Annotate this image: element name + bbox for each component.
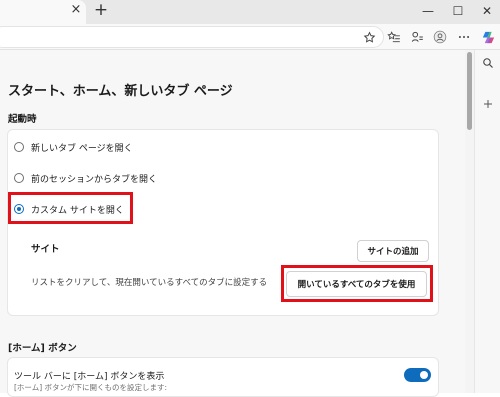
- address-bar[interactable]: [0, 26, 384, 48]
- home-button-section-label: [ホーム] ボタン: [8, 343, 77, 354]
- active-tab[interactable]: ×: [0, 0, 86, 24]
- browser-toolbar: [0, 24, 500, 50]
- collections-icon[interactable]: [409, 29, 425, 45]
- highlight-box-custom-sites: [8, 192, 133, 224]
- star-icon[interactable]: [361, 29, 377, 45]
- maximize-icon[interactable]: ☐: [451, 4, 465, 18]
- highlight-box-use-all-tabs: [281, 265, 433, 302]
- show-home-button-label: ツール バーに [ホーム] ボタンを表示: [14, 372, 165, 382]
- tab-strip: × + — ☐ ✕: [0, 0, 500, 24]
- close-window-icon[interactable]: ✕: [480, 4, 494, 18]
- page-title: スタート、ホーム、新しいタブ ページ: [8, 84, 233, 99]
- profile-icon[interactable]: [432, 29, 448, 45]
- sites-label: サイト: [31, 244, 60, 255]
- more-icon[interactable]: [456, 29, 472, 45]
- add-site-button[interactable]: サイトの追加: [357, 240, 429, 262]
- tab-close-icon[interactable]: ×: [69, 3, 83, 17]
- add-icon[interactable]: [481, 97, 495, 111]
- radio-button[interactable]: [14, 173, 24, 183]
- sites-description: リストをクリアして、現在開いているすべてのタブに設定する: [31, 278, 268, 288]
- favorites-icon[interactable]: [386, 29, 402, 45]
- radio-new-tab-page[interactable]: 新しいタブ ページを開く: [14, 139, 133, 155]
- home-button-subtext: [ホーム] ボタンが下に開くものを設定します:: [14, 383, 168, 392]
- radio-previous-session[interactable]: 前のセッションからタブを開く: [14, 170, 157, 186]
- toggle-knob: [420, 371, 428, 379]
- search-icon[interactable]: [481, 56, 495, 70]
- radio-label: 新しいタブ ページを開く: [31, 143, 133, 154]
- minimize-icon[interactable]: —: [421, 4, 435, 18]
- copilot-icon[interactable]: [480, 29, 496, 45]
- radio-label: 前のセッションからタブを開く: [31, 174, 158, 185]
- home-button-toggle[interactable]: [404, 368, 431, 382]
- new-tab-icon[interactable]: +: [93, 2, 109, 19]
- scrollbar-thumb[interactable]: [467, 52, 472, 130]
- startup-section-label: 起動時: [8, 114, 37, 125]
- radio-button[interactable]: [14, 142, 24, 152]
